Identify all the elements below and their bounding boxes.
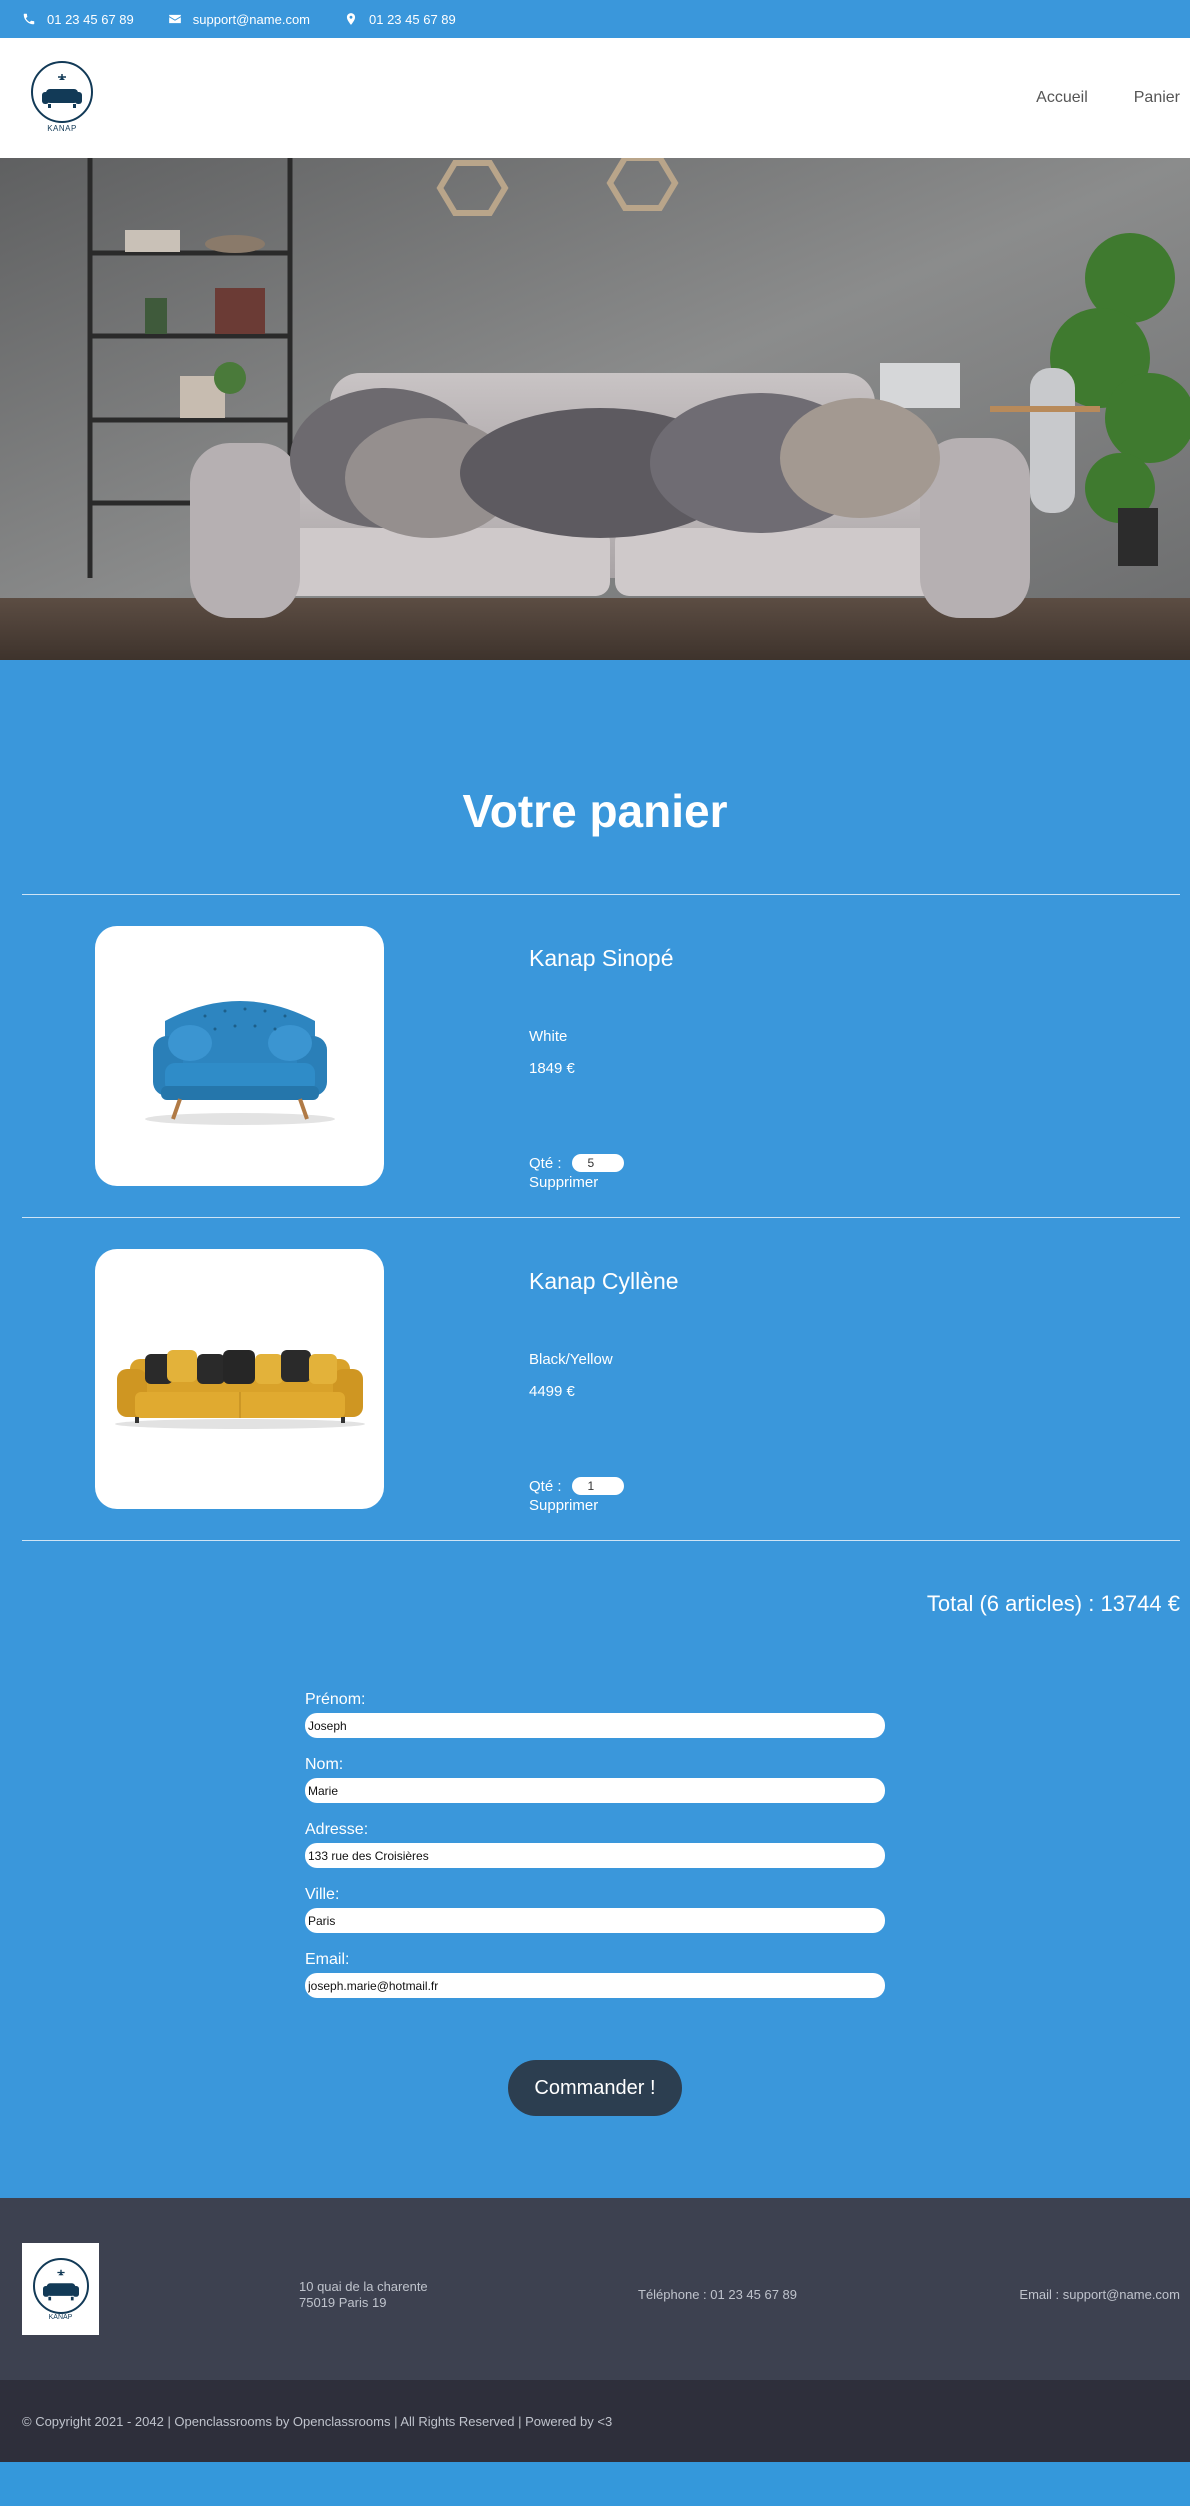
quantity-input[interactable] [571,1154,624,1172]
delete-item-button[interactable]: Supprimer [529,1174,598,1191]
footer-info: KANAP 10 quai de la charente 75019 Paris… [0,2198,1190,2380]
email-input[interactable] [305,1973,885,1998]
contact-location-text: 01 23 45 67 89 [369,11,456,27]
sofa-logo-icon [42,2269,79,2300]
firstname-field: Prénom: [305,1691,885,1738]
city-label: Ville: [305,1886,340,1903]
cart-items-list: Kanap Sinopé White 1849 € Qté : Supprime… [22,894,1180,1541]
phone-icon [23,13,35,25]
yellow-sofa-image [114,1350,365,1429]
kanap-logo[interactable]: KANAP [30,61,94,135]
product-info: Kanap Cyllène Black/Yellow 4499 € Qté : … [529,1268,1169,1518]
quantity-row: Qté : [529,1477,624,1495]
footer-logo-text: KANAP [48,2313,73,2321]
city-field: Ville: [305,1886,885,1933]
site-header: KANAP Accueil Panier [0,38,1190,158]
footer-copyright: © Copyright 2021 - 2042 | Openclassrooms… [0,2380,1190,2462]
order-form: Prénom: Nom: Adresse: Ville: Email: Comm… [305,1691,885,2198]
submit-wrapper: Commander ! [305,2016,885,2198]
email-field: Email: [305,1951,885,1998]
cart-total: Total (6 articles) : 13744 € [926,1591,1180,1616]
product-name: Kanap Cyllène [529,1268,679,1294]
contact-email[interactable]: support@name.com [168,12,310,27]
map-pin-icon [346,13,356,25]
cart-section: Votre panier Kanap Sinopé White 1849 € Q… [0,660,1190,2198]
city-input[interactable] [305,1908,885,1933]
footer-address-line2: 75019 Paris 19 [299,2295,387,2310]
product-name: Kanap Sinopé [529,945,674,971]
footer-logo-emblem [32,2257,89,2314]
contact-email-text: support@name.com [192,11,310,27]
main-nav: Accueil Panier [990,89,1180,107]
address-label: Adresse: [305,1821,369,1838]
lastname-input[interactable] [305,1778,885,1803]
nav-link-accueil[interactable]: Accueil [1036,89,1088,107]
firstname-label: Prénom: [305,1691,366,1708]
lastname-field: Nom: [305,1756,885,1803]
quantity-input[interactable] [571,1477,624,1495]
page-title: Votre panier [462,785,728,837]
envelope-icon [168,14,181,24]
product-image [95,926,384,1186]
sofa-logo-icon [42,74,82,108]
logo-emblem [31,61,93,123]
quantity-label: Qté : [529,1477,562,1495]
delete-item-button[interactable]: Supprimer [529,1497,598,1514]
footer-address-line1: 10 quai de la charente [299,2279,428,2294]
product-color: Black/Yellow [529,1351,613,1368]
logo-text: KANAP [47,124,77,133]
order-submit-button[interactable]: Commander ! [508,2060,682,2116]
contact-phone-text: 01 23 45 67 89 [47,11,134,27]
email-label: Email: [305,1951,350,1968]
address-input[interactable] [305,1843,885,1868]
quantity-label: Qté : [529,1154,562,1172]
product-price: 4499 € [529,1383,575,1400]
hero-banner-image [0,158,1190,660]
quantity-row: Qté : [529,1154,624,1172]
contact-location: 01 23 45 67 89 [344,12,456,27]
product-image [95,1249,384,1509]
footer-address: 10 quai de la charente 75019 Paris 19 [299,2279,428,2311]
blue-sofa-image [144,1001,335,1125]
contact-bar: 01 23 45 67 89 support@name.com 01 23 45… [0,0,1190,38]
product-color: White [529,1028,568,1045]
footer-phone: Téléphone : 01 23 45 67 89 [638,2287,798,2302]
lastname-label: Nom: [305,1756,344,1773]
footer-email[interactable]: Email : support@name.com [1019,2287,1180,2302]
footer-logo[interactable]: KANAP [22,2243,99,2335]
contact-phone: 01 23 45 67 89 [22,12,134,27]
firstname-input[interactable] [305,1713,885,1738]
cart-item: Kanap Cyllène Black/Yellow 4499 € Qté : … [22,1218,1180,1541]
living-room-illustration [0,158,1190,660]
address-field: Adresse: [305,1821,885,1868]
product-info: Kanap Sinopé White 1849 € Qté : Supprime… [529,945,1169,1195]
product-price: 1849 € [529,1060,575,1077]
nav-link-panier[interactable]: Panier [1134,89,1180,107]
cart-item: Kanap Sinopé White 1849 € Qté : Supprime… [22,895,1180,1218]
